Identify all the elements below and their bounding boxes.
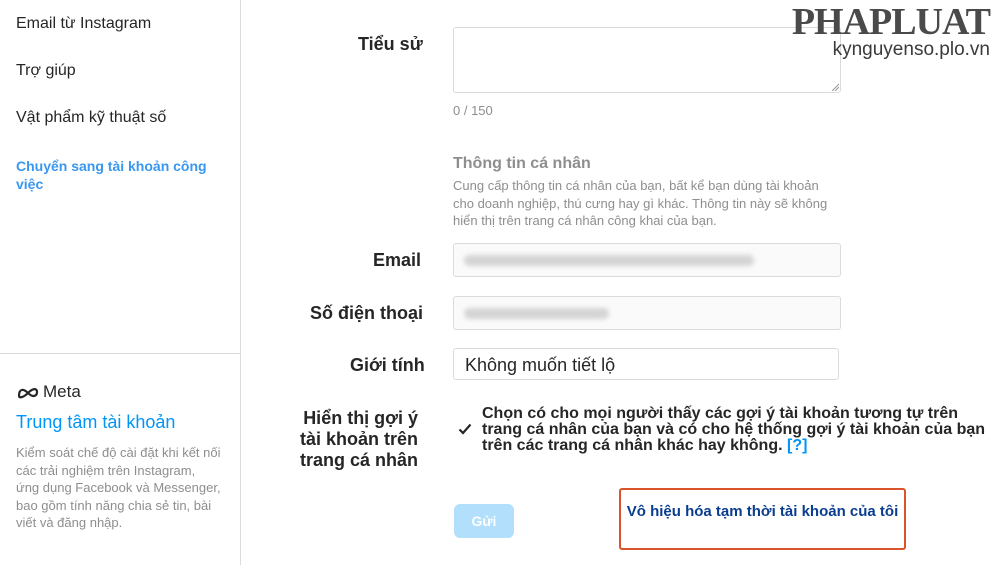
bio-character-counter: 0 / 150 [453, 103, 493, 118]
sidebar-item-digital-collectibles[interactable]: Vật phẩm kỹ thuật số [16, 109, 166, 127]
watermark-site: kynguyenso.plo.vn [832, 39, 990, 60]
personal-info-description: Cung cấp thông tin cá nhân của bạn, bất … [453, 178, 828, 228]
watermark-brand: PHAPLUAT [791, 1, 991, 43]
suggestions-text: Chọn có cho mọi người thấy các gợi ý tài… [482, 405, 986, 454]
bio-textarea[interactable] [453, 27, 841, 93]
suggestions-checkbox[interactable] [458, 422, 472, 436]
phone-label: Số điện thoại [310, 303, 424, 323]
accounts-center-description: Kiểm soát chế độ cài đặt khi kết nối các… [16, 445, 221, 530]
resize-grip-icon[interactable] [831, 83, 839, 91]
gender-field[interactable]: Không muốn tiết lộ [453, 348, 839, 380]
submit-button[interactable]: Gửi [454, 504, 514, 538]
email-label: Email [373, 250, 422, 270]
switch-to-professional-link[interactable]: Chuyển sang tài khoản công việc [16, 157, 216, 193]
suggestions-label: Hiển thị gợi ý tài khoản trên trang cá n… [299, 408, 418, 470]
sidebar-item-help[interactable]: Trợ giúp [16, 62, 76, 80]
sidebar-item-email-from-instagram[interactable]: Email từ Instagram [16, 15, 151, 33]
phone-field[interactable] [453, 296, 841, 330]
blurred-email-value [464, 255, 754, 266]
personal-info-title: Thông tin cá nhân [453, 155, 591, 172]
suggestions-help-link[interactable]: [?] [787, 437, 807, 454]
gender-label: Giới tính [350, 355, 425, 375]
meta-logo: Meta [16, 382, 81, 402]
accounts-center-link[interactable]: Trung tâm tài khoản [16, 412, 175, 433]
settings-sidebar: Email từ Instagram Trợ giúp Vật phẩm kỹ … [0, 0, 241, 565]
watermark: PHAPLUAT kynguyenso.plo.vn [791, 1, 991, 60]
blurred-phone-value [464, 308, 609, 319]
accounts-center-box: Meta Trung tâm tài khoản Kiểm soát chế đ… [0, 353, 240, 566]
email-field[interactable] [453, 243, 841, 277]
meta-logo-text: Meta [43, 382, 81, 401]
bio-label: Tiểu sử [358, 34, 423, 54]
meta-infinity-icon [17, 387, 39, 398]
suggestions-description: Chọn có cho mọi người thấy các gợi ý tài… [482, 406, 1000, 454]
temporarily-disable-account-link[interactable]: Vô hiệu hóa tạm thời tài khoản của tôi [619, 488, 906, 550]
edit-profile-form: Tiểu sử 0 / 150 Thông tin cá nhân Cung c… [241, 0, 1000, 565]
